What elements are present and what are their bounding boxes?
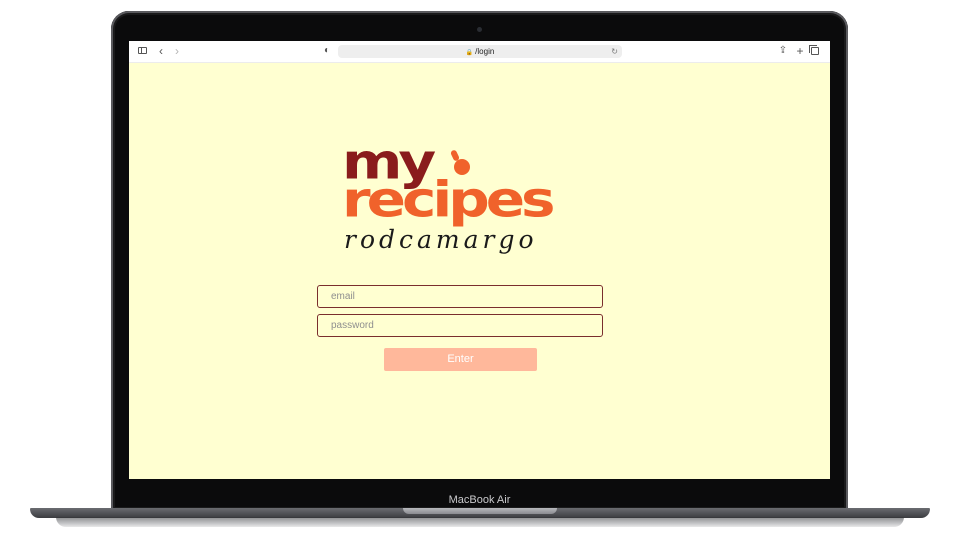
address-bar[interactable]: 🔒/login ↻ xyxy=(338,45,622,58)
logo-signature: rodcamargo xyxy=(344,225,538,254)
forward-icon[interactable]: › xyxy=(171,45,183,57)
laptop-hinge-notch xyxy=(403,508,557,514)
device-label: MacBook Air xyxy=(448,494,511,506)
browser-toolbar: ‹ › ◐ 🔒/login ↻ ⇪ + xyxy=(129,41,830,63)
share-icon[interactable]: ⇪ xyxy=(777,45,789,57)
tab-overview-icon[interactable] xyxy=(809,45,819,55)
back-icon[interactable]: ‹ xyxy=(155,45,167,57)
email-field[interactable] xyxy=(317,285,603,308)
reload-icon[interactable]: ↻ xyxy=(611,45,618,58)
browser-screen: ‹ › ◐ 🔒/login ↻ ⇪ + my recipes rodcamarg… xyxy=(129,41,830,479)
sidebar-icon[interactable] xyxy=(138,47,147,54)
address-text: 🔒/login xyxy=(338,45,622,60)
enter-button[interactable]: Enter xyxy=(384,348,537,371)
lock-icon: 🔒 xyxy=(465,50,474,56)
url-text: /login xyxy=(475,47,495,56)
new-tab-icon[interactable]: + xyxy=(794,45,806,57)
privacy-shield-icon[interactable]: ◐ xyxy=(321,45,333,57)
myrecipes-logo: my recipes rodcamargo xyxy=(342,137,582,277)
camera-icon xyxy=(477,27,482,32)
password-field[interactable] xyxy=(317,314,603,337)
laptop-base-shadow xyxy=(56,517,904,527)
logo-recipes: recipes xyxy=(342,170,556,229)
